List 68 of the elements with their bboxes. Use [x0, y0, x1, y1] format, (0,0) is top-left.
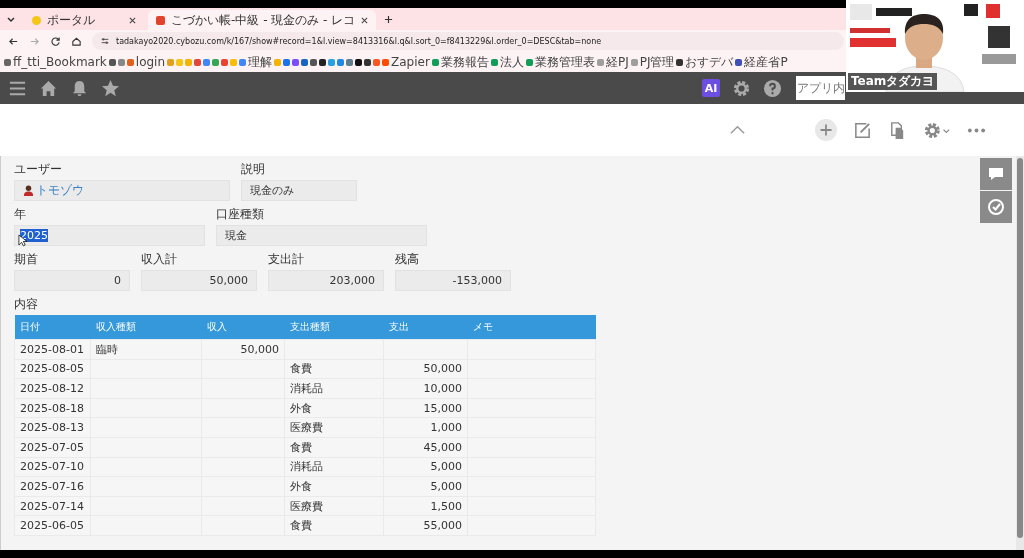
column-header: 支出 — [383, 315, 468, 340]
table-cell: 2025-07-16 — [14, 476, 91, 497]
participant-name: Teamタダカヨ — [848, 73, 938, 90]
bookmark[interactable]: 経PJ — [596, 53, 629, 71]
bookmark[interactable]: PJ管理 — [630, 53, 675, 71]
user-icon — [23, 185, 34, 196]
total-field: 0 — [14, 270, 130, 291]
browser-tab[interactable]: ポータル — [24, 10, 144, 30]
scrollbar[interactable] — [1016, 156, 1024, 550]
address-field[interactable]: tadakayo2020.cybozu.com/k/167/show#record=1&l.view=8413316&l.q&l.sort_0=f8413229&l.order_0=DESC&tab=none — [92, 32, 844, 50]
description-field: 現金のみ — [241, 180, 357, 201]
account-type-field: 現金 — [216, 225, 427, 246]
tab-list-icon[interactable] — [6, 14, 16, 24]
bookmark[interactable]: 法人 — [490, 53, 524, 71]
star-icon[interactable] — [101, 78, 120, 98]
total-field: -153,000 — [395, 270, 511, 291]
table-cell: 臨時 — [90, 339, 202, 360]
ai-button[interactable]: AI — [702, 79, 720, 97]
table-cell: 2025-07-05 — [14, 437, 91, 458]
bookmark[interactable]: 業務報告 — [431, 53, 489, 71]
field-label: 期首 — [14, 251, 39, 268]
browser-tab[interactable]: こづかい帳-中級 - 現金のみ - レコ — [148, 10, 377, 30]
table-cell: 2025-08-01 — [14, 339, 91, 360]
column-header: メモ — [467, 315, 596, 340]
search-field[interactable]: アプリ内 — [796, 76, 845, 100]
table-cell: 2025-08-18 — [14, 398, 91, 418]
table-cell: 2025-06-05 — [14, 515, 91, 536]
table-cell: 2025-08-12 — [14, 378, 91, 399]
year-value: 2025 — [20, 229, 48, 242]
edit-icon[interactable] — [853, 120, 872, 140]
field-label: 残高 — [395, 251, 420, 268]
column-header: 収入 — [201, 315, 285, 340]
settings-icon[interactable] — [732, 78, 751, 98]
total-field: 50,000 — [141, 270, 257, 291]
comment-icon[interactable] — [980, 158, 1012, 190]
total-field: 203,000 — [268, 270, 384, 291]
bookmark[interactable]: Zapier — [382, 55, 430, 69]
field-label: 年 — [14, 206, 27, 223]
field-label: 支出計 — [268, 251, 305, 268]
bookmark[interactable]: おすデバ — [676, 53, 734, 71]
table-cell: 2025-08-13 — [14, 417, 91, 438]
column-header: 収入種類 — [90, 315, 202, 340]
bookmark[interactable]: 業務管理表 — [525, 53, 595, 71]
table-cell: 2025-08-05 — [14, 359, 91, 379]
user-link[interactable]: トモゾウ — [36, 182, 84, 199]
column-header: 支出種類 — [284, 315, 384, 340]
bookmark[interactable]: login — [126, 55, 166, 69]
column-header: 日付 — [14, 315, 91, 340]
new-tab-icon[interactable] — [384, 14, 394, 24]
help-icon[interactable] — [763, 78, 782, 98]
table-cell: 2025-07-14 — [14, 496, 91, 516]
table-label: 内容 — [14, 296, 39, 313]
settings-icon[interactable] — [923, 120, 951, 140]
bookmark[interactable]: 理解 — [239, 53, 273, 71]
table-cell: 50,000 — [201, 339, 285, 360]
field-label: ユーザー — [14, 161, 63, 178]
reload-icon[interactable] — [50, 35, 61, 47]
close-icon[interactable] — [361, 16, 369, 24]
field-label: 口座種類 — [216, 206, 265, 223]
field-label: 説明 — [241, 161, 266, 178]
home-icon[interactable] — [71, 35, 82, 47]
add-icon[interactable] — [815, 119, 837, 141]
field-label: 収入計 — [141, 251, 178, 268]
site-settings-icon[interactable] — [100, 36, 110, 46]
bookmark[interactable]: ff_tti_Bookmark — [4, 55, 107, 69]
bookmark[interactable]: 経産省P — [735, 53, 788, 71]
table-cell: 2025-07-10 — [14, 457, 91, 477]
close-icon[interactable] — [129, 16, 136, 24]
